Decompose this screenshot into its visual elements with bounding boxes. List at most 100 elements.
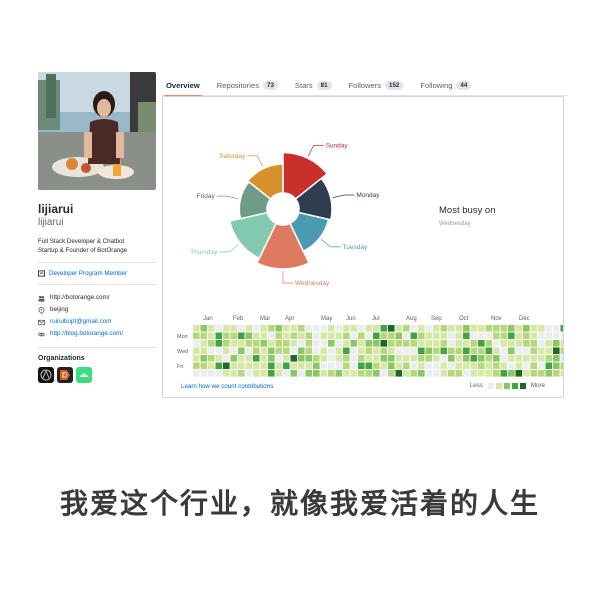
contribution-cell[interactable]	[245, 325, 253, 332]
website-link[interactable]: http://blog.botorange.com/	[50, 328, 123, 340]
contribution-cell[interactable]	[215, 325, 223, 332]
contribution-cell[interactable]	[260, 332, 268, 340]
contribution-cell[interactable]	[440, 347, 448, 355]
contribution-cell[interactable]	[313, 347, 320, 355]
contribution-cell[interactable]	[223, 355, 230, 362]
contribution-cell[interactable]	[358, 370, 365, 377]
contribution-cell[interactable]	[440, 332, 448, 340]
contribution-cell[interactable]	[553, 340, 560, 347]
contribution-cell[interactable]	[433, 340, 440, 347]
contribution-cell[interactable]	[410, 370, 418, 377]
contribution-cell[interactable]	[523, 325, 530, 332]
contribution-cell[interactable]	[365, 347, 373, 355]
contribution-cell[interactable]	[508, 347, 515, 355]
contribution-cell[interactable]	[193, 355, 200, 362]
contribution-cell[interactable]	[193, 370, 200, 377]
contribution-cell[interactable]	[260, 325, 268, 332]
contribution-cell[interactable]	[523, 347, 530, 355]
contribution-cell[interactable]	[305, 370, 313, 377]
contribution-cell[interactable]	[455, 362, 463, 370]
contribution-cell[interactable]	[283, 362, 290, 370]
contribution-cell[interactable]	[493, 332, 500, 340]
contribution-cell[interactable]	[508, 355, 515, 362]
contribution-cell[interactable]	[193, 347, 200, 355]
contribution-cell[interactable]	[328, 340, 335, 347]
contribution-cell[interactable]	[313, 355, 320, 362]
contribution-cell[interactable]	[380, 355, 388, 362]
contribution-cell[interactable]	[358, 340, 365, 347]
contribution-cell[interactable]	[560, 370, 564, 377]
contribution-cell[interactable]	[463, 370, 470, 377]
contribution-cell[interactable]	[223, 347, 230, 355]
contribution-cell[interactable]	[245, 370, 253, 377]
contribution-cell[interactable]	[448, 340, 455, 347]
contribution-cell[interactable]	[245, 332, 253, 340]
contribution-cell[interactable]	[298, 332, 305, 340]
contribution-cell[interactable]	[523, 355, 530, 362]
org-avatar-android[interactable]	[76, 367, 92, 383]
contribution-cell[interactable]	[313, 362, 320, 370]
contribution-cell[interactable]	[245, 362, 253, 370]
contribution-cell[interactable]	[328, 347, 335, 355]
contribution-cell[interactable]	[395, 332, 403, 340]
tab-following[interactable]: Following 44	[420, 74, 472, 96]
contribution-cell[interactable]	[200, 355, 208, 362]
contribution-cell[interactable]	[403, 347, 410, 355]
contribution-cell[interactable]	[508, 362, 515, 370]
contribution-cell[interactable]	[553, 325, 560, 332]
contribution-cell[interactable]	[478, 370, 485, 377]
contribution-cell[interactable]	[238, 347, 245, 355]
contribution-cell[interactable]	[530, 340, 538, 347]
contribution-cell[interactable]	[268, 325, 275, 332]
contribution-cell[interactable]	[530, 362, 538, 370]
contribution-cell[interactable]	[485, 325, 493, 332]
contribution-cell[interactable]	[538, 332, 545, 340]
contribution-cell[interactable]	[245, 355, 253, 362]
contribution-cell[interactable]	[365, 325, 373, 332]
contribution-cell[interactable]	[290, 347, 298, 355]
contribution-cell[interactable]	[493, 370, 500, 377]
contribution-cell[interactable]	[403, 362, 410, 370]
contribution-cell[interactable]	[268, 355, 275, 362]
contribution-cell[interactable]	[238, 340, 245, 347]
contribution-cell[interactable]	[388, 362, 395, 370]
contribution-cell[interactable]	[425, 355, 433, 362]
contribution-cell[interactable]	[463, 332, 470, 340]
contribution-cell[interactable]	[268, 362, 275, 370]
contribution-cell[interactable]	[410, 355, 418, 362]
tab-followers[interactable]: Followers 152	[349, 74, 404, 96]
contribution-cell[interactable]	[223, 370, 230, 377]
contribution-cell[interactable]	[320, 347, 328, 355]
contribution-cell[interactable]	[358, 355, 365, 362]
contribution-cell[interactable]	[463, 325, 470, 332]
contribution-cell[interactable]	[373, 340, 380, 347]
contribution-cell[interactable]	[478, 355, 485, 362]
contribution-cell[interactable]	[260, 370, 268, 377]
contribution-cell[interactable]	[440, 340, 448, 347]
contribution-cell[interactable]	[470, 340, 478, 347]
contribution-cell[interactable]	[283, 347, 290, 355]
contribution-cell[interactable]	[200, 340, 208, 347]
contribution-cell[interactable]	[343, 355, 350, 362]
contribution-cell[interactable]	[230, 355, 238, 362]
contribution-cell[interactable]	[320, 362, 328, 370]
contribution-cell[interactable]	[448, 332, 455, 340]
email-link[interactable]: ruiruibupt@gmail.com	[50, 316, 111, 328]
contribution-cell[interactable]	[500, 347, 508, 355]
contribution-cell[interactable]	[545, 362, 553, 370]
contribution-cell[interactable]	[283, 355, 290, 362]
contribution-cell[interactable]	[545, 340, 553, 347]
contribution-cell[interactable]	[485, 332, 493, 340]
contribution-cell[interactable]	[290, 370, 298, 377]
contribution-cell[interactable]	[275, 347, 283, 355]
contribution-cell[interactable]	[373, 355, 380, 362]
contribution-cell[interactable]	[418, 347, 425, 355]
contribution-cell[interactable]	[200, 332, 208, 340]
contribution-cell[interactable]	[530, 325, 538, 332]
contribution-cell[interactable]	[530, 355, 538, 362]
contribution-cell[interactable]	[523, 332, 530, 340]
contribution-cell[interactable]	[223, 362, 230, 370]
contribution-cell[interactable]	[388, 347, 395, 355]
contribution-cell[interactable]	[365, 362, 373, 370]
developer-badge[interactable]: Developer Program Member	[38, 270, 156, 277]
